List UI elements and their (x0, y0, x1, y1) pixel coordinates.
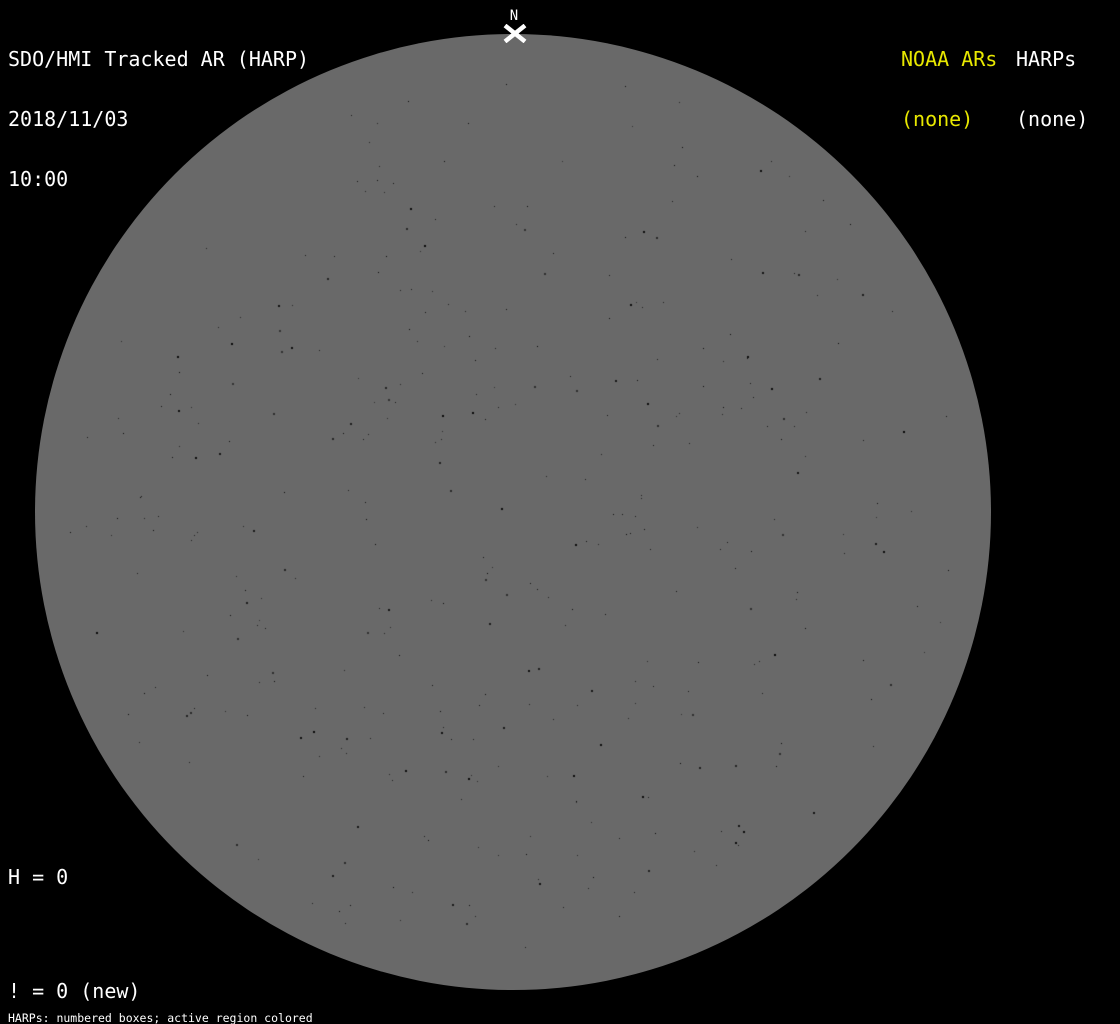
page-title: SDO/HMI Tracked AR (HARP) (8, 47, 310, 71)
header: SDO/HMI Tracked AR (HARP) 2018/11/03 10:… (8, 9, 309, 229)
date-label: 2018/11/03 (8, 107, 129, 131)
noaa-ars-label: NOAA ARs (901, 47, 998, 71)
solar-disk-view: SDO/HMI Tracked AR (HARP) 2018/11/03 10:… (0, 0, 1120, 1024)
footer-harps-note: HARPs: numbered boxes; active region col… (8, 1011, 313, 1024)
harps-value: (none) (1016, 107, 1089, 131)
harps-counter: HARPs (none) (1016, 9, 1088, 169)
noaa-ars-counter: NOAA ARs (none) (901, 9, 997, 169)
harp-count: H = 0 (8, 865, 69, 889)
north-cross-icon (503, 24, 527, 43)
north-label: N (509, 8, 519, 24)
time-label: 10:00 (8, 167, 69, 191)
footer-notes: HARPs: numbered boxes; active region col… (8, 990, 410, 1024)
harps-label: HARPs (1016, 47, 1077, 71)
noaa-ars-value: (none) (901, 107, 974, 131)
